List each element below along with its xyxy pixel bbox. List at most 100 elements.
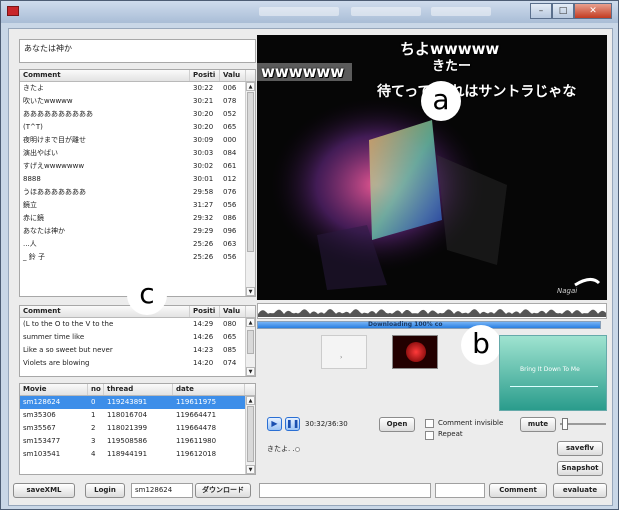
secondary-comment-row[interactable]: summer time like 14:26 065 — [20, 331, 255, 344]
maximize-button[interactable]: □ — [552, 3, 574, 19]
table-cell: 119611975 — [176, 398, 217, 406]
col-position[interactable]: Positi — [190, 306, 220, 317]
movies-table[interactable]: Movie no thread date sm128624 0 119243891 1… — [19, 383, 256, 475]
comment-button[interactable]: Comment — [489, 483, 547, 498]
table-cell: 30:02 — [193, 162, 214, 170]
danmaku-comment: wwwwww — [257, 63, 353, 81]
table-cell: 119612018 — [176, 450, 217, 458]
comment-row[interactable]: きたよ 30:22 006 — [20, 82, 255, 95]
movie-row[interactable]: sm103541 4 118944191 119612018 — [20, 448, 255, 461]
col-date[interactable]: date — [173, 384, 245, 395]
secondary-scrollbar[interactable]: ▲ ▼ — [245, 318, 255, 376]
comment-row[interactable]: 夜明けまで目が離せ 30:09 000 — [20, 134, 255, 147]
scroll-thumb[interactable] — [247, 330, 254, 354]
secondary-comments-table[interactable]: Comment Positi Valu (L to the O to the V… — [19, 305, 256, 377]
save-flv-button[interactable]: saveflv — [557, 441, 603, 456]
col-thread[interactable]: thread — [104, 384, 173, 395]
video-player[interactable]: Nagai ちよwwwww きたー wwwwww 待てって これはサントラじゃな… — [257, 35, 607, 300]
scroll-down-icon[interactable]: ▼ — [246, 287, 255, 296]
table-cell: 078 — [223, 97, 237, 105]
table-cell: 086 — [223, 214, 237, 222]
save-xml-button[interactable]: saveXML — [13, 483, 75, 498]
evaluate-button[interactable]: evaluate — [553, 483, 607, 498]
pause-icon[interactable]: ❚❚ — [285, 417, 300, 431]
minimize-button[interactable]: – — [530, 3, 552, 19]
movie-id-input[interactable]: sm128624 — [131, 483, 193, 498]
close-button[interactable]: ✕ — [574, 3, 612, 19]
table-cell: 000 — [223, 136, 237, 144]
download-button[interactable]: ダウンロード — [195, 483, 251, 498]
comment-preview-text: あなたは神か — [24, 44, 72, 53]
mute-button[interactable]: mute — [520, 417, 556, 432]
callout-label: a — [421, 81, 461, 121]
playback-time: 30:32/36:30 — [305, 420, 348, 428]
movies-scrollbar[interactable]: ▲ ▼ — [245, 396, 255, 474]
scroll-down-icon[interactable]: ▼ — [246, 465, 255, 474]
comment-row[interactable]: 演出やばい 30:03 084 — [20, 147, 255, 160]
repeat-checkbox[interactable] — [425, 431, 434, 440]
comment-row[interactable]: すげえwwwwwww 30:02 061 — [20, 160, 255, 173]
comments-scrollbar[interactable]: ▲ ▼ — [245, 82, 255, 296]
comment-row[interactable]: うほあああああああ 29:58 076 — [20, 186, 255, 199]
comment-input[interactable] — [259, 483, 431, 498]
comment-row[interactable]: ああああああああああ 30:20 052 — [20, 108, 255, 121]
scroll-thumb[interactable] — [247, 406, 254, 462]
table-cell: 30:20 — [193, 110, 214, 118]
col-comment[interactable]: Comment — [20, 306, 190, 317]
table-cell: 30:01 — [193, 175, 214, 183]
movie-row[interactable]: sm35306 1 118016704 119664471 — [20, 409, 255, 422]
table-cell: 30:21 — [193, 97, 214, 105]
secondary-comment-row[interactable]: Like a so sweet but never 14:23 085 — [20, 344, 255, 357]
movie-row[interactable]: sm153477 3 119508586 119611980 — [20, 435, 255, 448]
secondary-comment-row[interactable]: (L to the O to the V to the 14:29 080 — [20, 318, 255, 331]
comment-row[interactable]: (T^T) 30:20 065 — [20, 121, 255, 134]
comments-table[interactable]: Comment Positi Valu きたよ 30:22 006 吹いたwwwww 3… — [19, 69, 256, 297]
comment-row[interactable]: _ 鈴 子 25:26 056 — [20, 251, 255, 264]
play-icon[interactable]: ▶ — [267, 417, 282, 431]
snapshot-button[interactable]: Snapshot — [557, 461, 603, 476]
comment-row[interactable]: 吹いたwwwww 30:21 078 — [20, 95, 255, 108]
table-cell: 080 — [223, 320, 237, 328]
thumbnail-1[interactable]: › — [321, 335, 367, 369]
movie-row[interactable]: sm128624 0 119243891 119611975 — [20, 396, 255, 409]
secondary-comment-row[interactable]: Violets are blowing 14:20 074 — [20, 357, 255, 370]
volume-slider-thumb[interactable] — [562, 418, 568, 430]
col-value[interactable]: Valu — [220, 306, 246, 317]
thumbnail-2[interactable] — [392, 335, 438, 369]
table-cell: 119508586 — [107, 437, 148, 445]
col-no[interactable]: no — [88, 384, 104, 395]
login-button[interactable]: Login — [85, 483, 125, 498]
comment-preview-box[interactable]: あなたは神か — [19, 39, 256, 63]
scroll-up-icon[interactable]: ▲ — [246, 318, 255, 327]
col-comment[interactable]: Comment — [20, 70, 190, 81]
comment-invisible-checkbox[interactable] — [425, 419, 434, 428]
col-position[interactable]: Positi — [190, 70, 220, 81]
comment-row[interactable]: 8888 30:01 012 — [20, 173, 255, 186]
table-cell: sm103541 — [23, 450, 61, 458]
scroll-up-icon[interactable]: ▲ — [246, 396, 255, 405]
col-movie[interactable]: Movie — [20, 384, 88, 395]
comment-density-graph[interactable] — [257, 303, 607, 319]
title-text-redacted — [431, 7, 491, 16]
thumbnail-3[interactable]: Bring It Down To Me — [499, 335, 607, 411]
scroll-up-icon[interactable]: ▲ — [246, 82, 255, 91]
table-cell: 065 — [223, 123, 237, 131]
command-input[interactable] — [435, 483, 485, 498]
movies-table-body: sm128624 0 119243891 119611975 sm35306 1 11801… — [20, 396, 255, 461]
status-indicator — [295, 447, 300, 452]
movie-row[interactable]: sm35567 2 118021399 119664478 — [20, 422, 255, 435]
comment-row[interactable]: ...人 25:26 063 — [20, 238, 255, 251]
table-cell: 061 — [223, 162, 237, 170]
volume-slider[interactable] — [560, 418, 606, 430]
scroll-down-icon[interactable]: ▼ — [246, 367, 255, 376]
comment-row[interactable]: 赤に鏡 29:32 086 — [20, 212, 255, 225]
comment-row[interactable]: あなたは神か 29:29 096 — [20, 225, 255, 238]
table-cell: 096 — [223, 227, 237, 235]
comment-row[interactable]: 鏡立 31:27 056 — [20, 199, 255, 212]
table-cell: 30:20 — [193, 123, 214, 131]
col-value[interactable]: Valu — [220, 70, 246, 81]
table-cell: すげえwwwwwww — [23, 162, 85, 170]
open-button[interactable]: Open — [379, 417, 415, 432]
scroll-thumb[interactable] — [247, 92, 254, 252]
status-text: きたよ. . — [267, 445, 295, 453]
